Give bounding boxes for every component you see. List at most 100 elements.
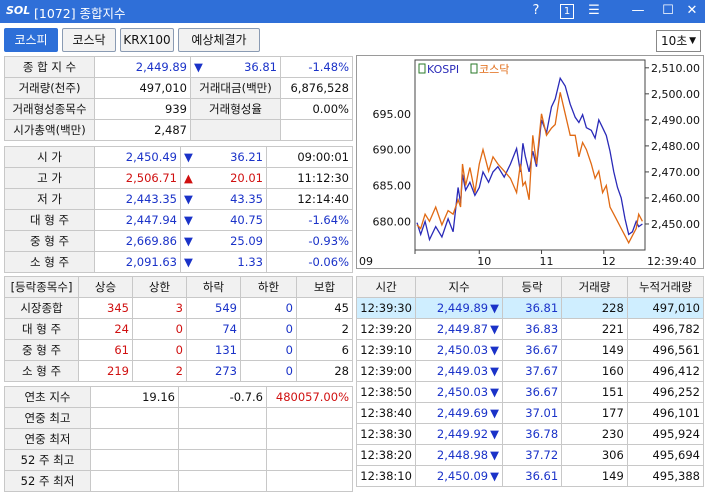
price-extra: -0.06%: [266, 251, 353, 273]
tick-change: 37.72: [501, 444, 563, 466]
yearly-label: 연중 최저: [4, 428, 91, 450]
tick-row[interactable]: 12:38:50 2,450.03 ▼ 36.67 151 496,252: [355, 381, 705, 403]
left-tick-label: 680.00: [373, 215, 412, 228]
price-row: 대 형 주 2,447.94 ▼ 40.75 -1.64%: [4, 209, 353, 231]
tick-time: 12:38:20: [355, 444, 417, 466]
year-open-change: -0.7.6: [178, 386, 267, 408]
traded-rate-label: 거래형성율: [190, 98, 281, 120]
tick-time: 12:38:50: [355, 381, 417, 403]
index-chart: 695.00 690.00 685.00 680.00 2,510.00 2,500.00…: [359, 59, 700, 268]
down-arrow-icon: ▼: [490, 448, 499, 462]
breadth-header: 하한: [240, 276, 297, 298]
app-logo: SOL: [6, 4, 31, 17]
x-tick-label: 09: [359, 255, 373, 268]
index-change: ▼ 36.81: [190, 56, 281, 78]
tick-row[interactable]: 12:38:20 2,448.98 ▼ 37.72 306 495,694: [355, 444, 705, 466]
tick-time: 12:38:10: [355, 465, 417, 487]
tick-volume: 149: [561, 465, 628, 487]
breadth-cell: 6: [296, 339, 353, 361]
breadth-cell: 28: [296, 360, 353, 382]
price-change: ▼ 25.09: [180, 230, 267, 252]
price-extra: -1.64%: [266, 209, 353, 231]
volume-label: 거래량(천주): [4, 77, 95, 99]
tick-row[interactable]: 12:38:30 2,449.92 ▼ 36.78 230 495,924: [355, 423, 705, 445]
empty-cell: [90, 470, 179, 492]
breadth-label: 시장종합: [4, 297, 79, 319]
close-icon[interactable]: ✕: [682, 2, 702, 20]
breadth-row: 소 형 주 219 2 273 0 28: [4, 360, 353, 382]
tick-change: 36.78: [501, 423, 563, 445]
tab-expected-price[interactable]: 예상체결가: [178, 28, 260, 52]
legend-label: 코스닥: [479, 63, 509, 76]
tick-volume: 149: [561, 339, 628, 361]
left-tick-label: 685.00: [373, 179, 412, 192]
breadth-label: 대 형 주: [4, 318, 79, 340]
maximize-icon[interactable]: ☐: [658, 2, 678, 20]
yearly-row: 52 주 최저: [4, 470, 353, 492]
tick-time: 12:38:40: [355, 402, 417, 424]
tab-kospi[interactable]: 코스피: [4, 28, 58, 52]
tick-time: 12:38:30: [355, 423, 417, 445]
price-value: 2,506.71: [94, 167, 181, 189]
tick-volume: 230: [561, 423, 628, 445]
interval-select[interactable]: 10초 ▼: [656, 30, 701, 52]
year-open-pct: 480057.00%: [266, 386, 353, 408]
breadth-cell: 0: [240, 360, 297, 382]
empty-cell: [266, 428, 353, 450]
empty-cell: [178, 428, 267, 450]
price-label: 대 형 주: [4, 209, 95, 231]
price-label: 소 형 주: [4, 251, 95, 273]
tick-change: 37.67: [501, 360, 563, 382]
price-row: 저 가 2,443.35 ▼ 43.35 12:14:40: [4, 188, 353, 210]
breadth-cell: 273: [186, 360, 241, 382]
tick-time: 12:39:10: [355, 339, 417, 361]
down-arrow-icon: ▼: [184, 255, 193, 269]
breadth-label: 중 형 주: [4, 339, 79, 361]
tick-change: 36.61: [501, 465, 563, 487]
empty-cell: [178, 407, 267, 429]
tick-row[interactable]: 12:38:10 2,450.09 ▼ 36.61 149 495,388: [355, 465, 705, 487]
window-number-icon[interactable]: 1: [560, 4, 574, 19]
tick-index: 2,449.03 ▼: [415, 360, 503, 382]
index-pct: -1.48%: [280, 56, 353, 78]
tick-index: 2,449.89 ▼: [415, 297, 503, 319]
tick-row[interactable]: 12:39:00 2,449.03 ▼ 37.67 160 496,412: [355, 360, 705, 382]
x-tick-label: 12: [602, 255, 616, 268]
breadth-cell: 549: [186, 297, 241, 319]
tick-cum-volume: 495,388: [626, 465, 705, 487]
tick-row[interactable]: 12:39:10 2,450.03 ▼ 36.67 149 496,561: [355, 339, 705, 361]
empty-cell: [90, 428, 179, 450]
empty-cell: [266, 470, 353, 492]
summary-table: 종 합 지 수 2,449.89 ▼ 36.81 -1.48% 거래량(천주) 4…: [4, 56, 353, 141]
tick-row[interactable]: 12:39:30 2,449.89 ▼ 36.81 228 497,010: [355, 297, 705, 319]
help-icon[interactable]: ?: [526, 2, 546, 20]
price-label: 고 가: [4, 167, 95, 189]
breadth-header: [등락종목수]: [4, 276, 79, 298]
tick-index: 2,449.87 ▼: [415, 318, 503, 340]
down-arrow-icon: ▼: [490, 469, 499, 483]
breadth-cell: 345: [78, 297, 133, 319]
tick-index: 2,449.92 ▼: [415, 423, 503, 445]
volume-value: 497,010: [94, 77, 191, 99]
price-extra: -0.93%: [266, 230, 353, 252]
yearly-row: 연중 최저: [4, 428, 353, 450]
menu-icon[interactable]: ☰: [584, 2, 604, 20]
tab-krx100[interactable]: KRX100: [120, 28, 174, 52]
right-tick-label: 2,470.00: [651, 166, 700, 179]
tick-index: 2,450.03 ▼: [415, 339, 503, 361]
right-tick-label: 2,480.00: [651, 140, 700, 153]
tick-row[interactable]: 12:38:40 2,449.69 ▼ 37.01 177 496,101: [355, 402, 705, 424]
left-tick-label: 690.00: [373, 144, 412, 157]
minimize-icon[interactable]: —: [628, 2, 648, 20]
tab-kosdaq[interactable]: 코스닥: [62, 28, 116, 52]
chevron-down-icon: ▼: [689, 36, 696, 46]
tick-row[interactable]: 12:39:20 2,449.87 ▼ 36.83 221 496,782: [355, 318, 705, 340]
right-tick-label: 2,460.00: [651, 192, 700, 205]
breadth-cell: 0: [240, 318, 297, 340]
last-time-label: 12:39:40: [647, 255, 696, 268]
price-value: 2,450.49: [94, 146, 181, 168]
legend-label: KOSPI: [427, 63, 459, 76]
breadth-cell: 2: [132, 360, 187, 382]
tick-cum-volume: 495,694: [626, 444, 705, 466]
market-cap-label: 시가총액(백만): [4, 119, 95, 141]
